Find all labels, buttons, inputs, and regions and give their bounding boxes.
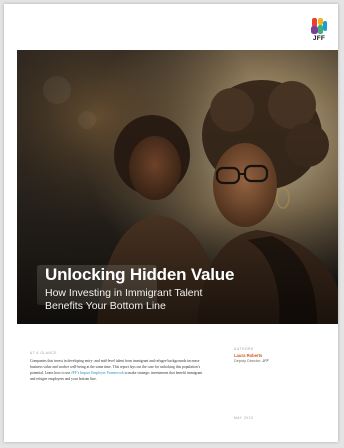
author-role: Deputy Director, JFF [234,359,269,363]
cover-title: Unlocking Hidden Value [45,265,235,284]
author-org: JFF [262,359,269,363]
author-title: Deputy Director, [234,359,262,363]
jff-logo: JFF [309,18,329,42]
hero-photo: Unlocking Hidden Value How Investing in … [17,50,338,324]
cover-subtitle-line-1: How Investing in Immigrant Talent [45,287,203,299]
at-a-glance-label: At a glance [30,351,58,355]
at-a-glance-text: Companies that invest in developing entr… [30,358,208,382]
cover-title-block: Unlocking Hidden Value How Investing in … [45,265,315,312]
publication-date: May 2023 [234,416,254,420]
jff-logo-mark-icon [311,18,327,34]
authors-label: Authors [234,347,254,351]
author-name: Laura Roberts [234,353,263,358]
cover-subtitle-line-2: Benefits Your Bottom Line [45,299,166,312]
impact-employer-framework-link[interactable]: JFF’s Impact Employer Framework [71,371,124,375]
logo-text: JFF [312,35,326,42]
report-cover-page: JFF Unlocking Hidden Value How Investing… [4,4,338,442]
